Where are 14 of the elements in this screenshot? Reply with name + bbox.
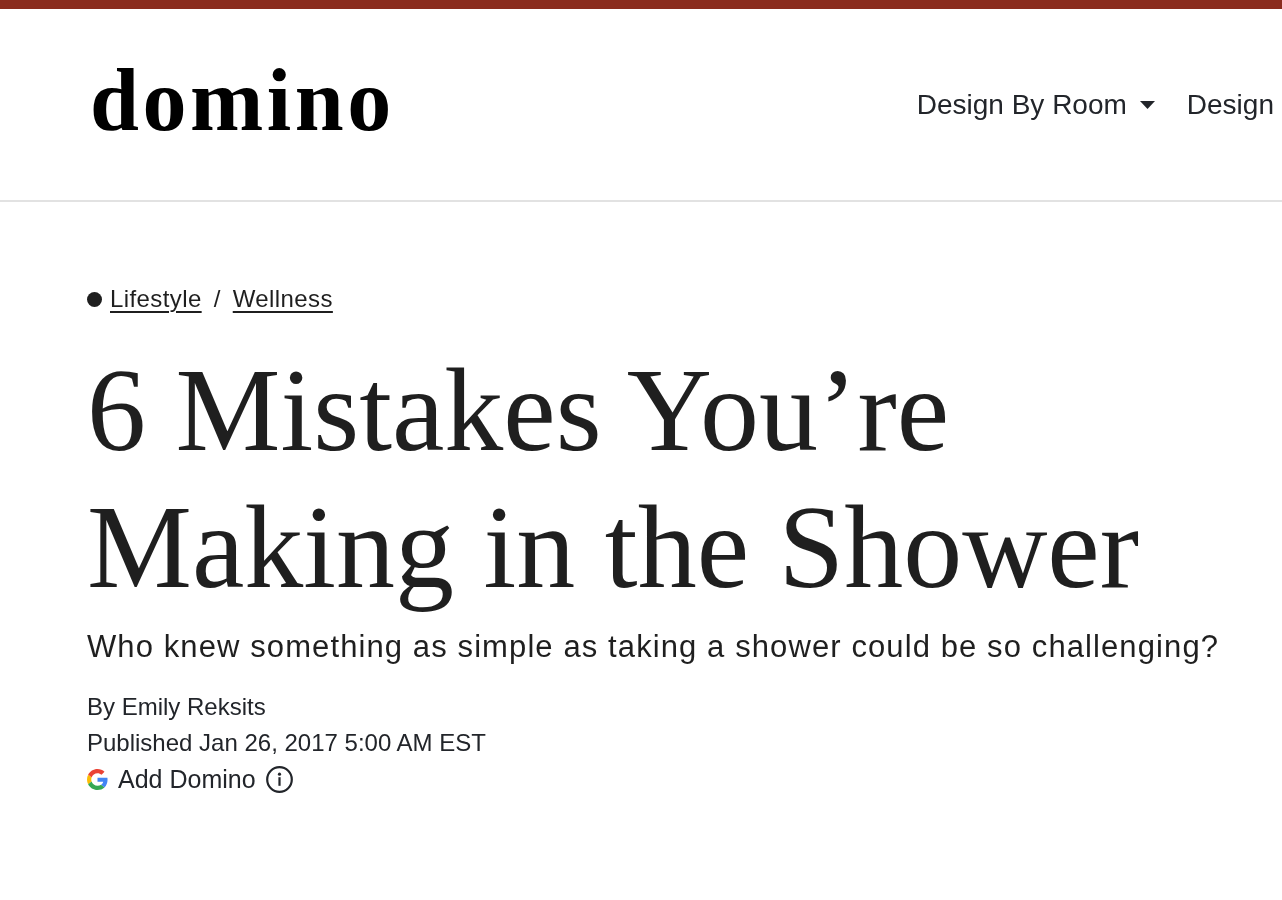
breadcrumb-link[interactable]: Wellness bbox=[232, 286, 333, 312]
article-subtitle: Who knew something as simple as taking a shower could be so challenging? bbox=[87, 629, 1220, 665]
article-title: 6 Mistakes You’re Making in the Shower bbox=[87, 344, 1141, 615]
site-logo[interactable]: domino bbox=[90, 56, 395, 145]
publish-date: Published Jan 26, 2017 5:00 AM EST bbox=[87, 728, 486, 758]
nav-link[interactable]: Design bbox=[1186, 88, 1274, 121]
breadcrumb-separator: / bbox=[213, 286, 221, 312]
dot-icon bbox=[87, 291, 102, 307]
breadcrumb-link[interactable]: Lifestyle bbox=[110, 286, 202, 312]
author-byline: By Emily Reksits bbox=[87, 692, 266, 722]
nav-link[interactable]: Design By Room bbox=[916, 88, 1155, 121]
g-logo-icon bbox=[87, 768, 108, 790]
add-source-button[interactable]: Add Domino bbox=[87, 764, 256, 794]
info-icon[interactable] bbox=[265, 765, 293, 793]
